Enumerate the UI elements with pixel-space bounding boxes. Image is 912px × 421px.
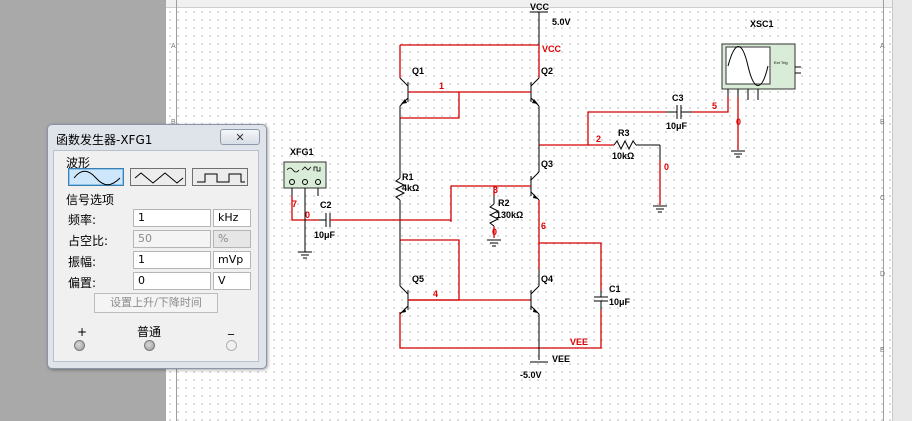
c3-label: C3 xyxy=(672,93,684,103)
ground-scope xyxy=(731,150,745,158)
offset-unit[interactable]: V xyxy=(213,272,251,290)
net-4: 4 xyxy=(433,289,438,299)
ground-r3 xyxy=(653,205,667,213)
capacitor-c1[interactable]: C1 10μF xyxy=(594,284,631,310)
q1-label: Q1 xyxy=(412,66,424,76)
vee-supply[interactable]: VEE -5.0V xyxy=(520,354,570,380)
resistor-r3[interactable]: R3 10kΩ xyxy=(612,128,661,205)
vcc-value: 5.0V xyxy=(552,17,571,27)
function-generator-xfg1[interactable]: XFG1 xyxy=(283,147,327,196)
net-0-r2: 0 xyxy=(492,227,497,237)
amplitude-field[interactable]: 1 xyxy=(133,251,211,269)
net-3: 3 xyxy=(493,185,498,195)
c1-value: 10μF xyxy=(609,297,631,307)
q2-label: Q2 xyxy=(541,66,553,76)
ruler-a-right: A xyxy=(880,43,885,50)
net-1: 1 xyxy=(439,81,444,91)
net-2: 2 xyxy=(596,134,601,144)
frequency-field[interactable]: 1 xyxy=(133,209,211,227)
r2-label: R2 xyxy=(498,198,510,208)
ruler-e-right: E xyxy=(880,347,885,354)
oscilloscope-xsc1[interactable]: XSC1 Ext Trig xyxy=(721,19,801,100)
c2-value: 10μF xyxy=(314,230,336,240)
ruler-d-right: D xyxy=(880,271,885,278)
net-5: 5 xyxy=(712,101,717,111)
ruler-a: A xyxy=(171,43,176,50)
transistor-q2[interactable]: Q2 xyxy=(530,66,553,145)
resistor-r1[interactable]: R1 4kΩ xyxy=(394,118,419,240)
square-wave-icon xyxy=(197,173,245,183)
vee-label: VEE xyxy=(552,354,570,364)
plus-terminal[interactable] xyxy=(74,340,85,351)
close-button[interactable]: ✕ xyxy=(220,129,260,145)
transistor-q3[interactable]: Q3 xyxy=(530,145,553,201)
xfg1-label: XFG1 xyxy=(290,147,314,157)
r2-value: 130kΩ xyxy=(496,210,523,220)
net-0-r3: 0 xyxy=(664,162,669,172)
transistor-q5[interactable]: Q5 xyxy=(399,240,424,315)
duty-cycle-field[interactable]: 50 xyxy=(133,230,211,248)
net-7: 7 xyxy=(292,199,297,209)
sine-wave-button[interactable] xyxy=(68,168,124,186)
minus-terminal[interactable] xyxy=(226,340,237,351)
vee-value: -5.0V xyxy=(520,370,542,380)
ground-r2 xyxy=(487,239,501,247)
r3-value: 10kΩ xyxy=(612,151,634,161)
q4-label: Q4 xyxy=(541,274,553,284)
transistor-q4[interactable]: Q4 xyxy=(530,270,553,360)
common-terminal[interactable] xyxy=(144,340,155,351)
amplitude-unit[interactable]: mVp xyxy=(213,251,251,269)
vcc-label: VCC xyxy=(530,2,550,12)
ruler-b-right: B xyxy=(880,119,885,126)
duty-cycle-unit[interactable]: % xyxy=(213,230,251,248)
generator-panel: 波形 信号选项 频率: 1 kHz 占空比: 50 % 振幅: 1 mVp 偏置… xyxy=(53,150,259,362)
c1-label: C1 xyxy=(609,284,621,294)
q5-label: Q5 xyxy=(412,274,424,284)
q3-label: Q3 xyxy=(541,159,553,169)
square-wave-button[interactable] xyxy=(192,168,248,186)
frequency-label: 频率: xyxy=(68,213,97,227)
r1-label: R1 xyxy=(402,172,414,182)
amplitude-label: 振幅: xyxy=(68,255,97,269)
r1-value: 4kΩ xyxy=(402,183,419,193)
offset-label: 偏置: xyxy=(68,276,97,290)
net-vcc: VCC xyxy=(542,44,562,54)
vcc-supply[interactable]: VCC 5.0V xyxy=(530,2,571,45)
triangle-wave-button[interactable] xyxy=(130,168,186,186)
signal-options-label: 信号选项 xyxy=(66,193,115,207)
capacitor-c3[interactable]: C3 10μF xyxy=(666,93,692,131)
plus-terminal-label: + xyxy=(77,325,88,339)
duty-cycle-label: 占空比: xyxy=(68,234,109,248)
net-0-scope: 0 xyxy=(736,117,741,127)
minus-terminal-label: _ xyxy=(228,321,234,335)
offset-field[interactable]: 0 xyxy=(133,272,211,290)
ruler-c-right: C xyxy=(880,195,885,202)
sine-wave-icon xyxy=(73,170,121,186)
xsc1-ext-trig: Ext Trig xyxy=(774,60,788,65)
rise-fall-time-button[interactable]: 设置上升/下降时间 xyxy=(94,293,218,313)
frequency-unit[interactable]: kHz xyxy=(213,209,251,227)
c3-value: 10μF xyxy=(666,121,688,131)
r3-label: R3 xyxy=(618,128,630,138)
ground-xfg xyxy=(298,251,312,259)
function-generator-window[interactable]: 函数发生器-XFG1 ✕ 波形 信号选项 频率: 1 kHz 占空比: 50 %… xyxy=(47,124,267,369)
window-titlebar[interactable]: 函数发生器-XFG1 ✕ xyxy=(52,128,262,147)
triangle-wave-icon xyxy=(134,172,184,184)
net-6: 6 xyxy=(541,221,546,231)
xsc1-label: XSC1 xyxy=(750,19,774,29)
c2-label: C2 xyxy=(320,200,332,210)
net-vee: VEE xyxy=(570,337,588,347)
window-title: 函数发生器-XFG1 xyxy=(56,133,153,147)
common-terminal-label: 普通 xyxy=(137,325,162,339)
net-0-xfg: 0 xyxy=(305,210,310,220)
